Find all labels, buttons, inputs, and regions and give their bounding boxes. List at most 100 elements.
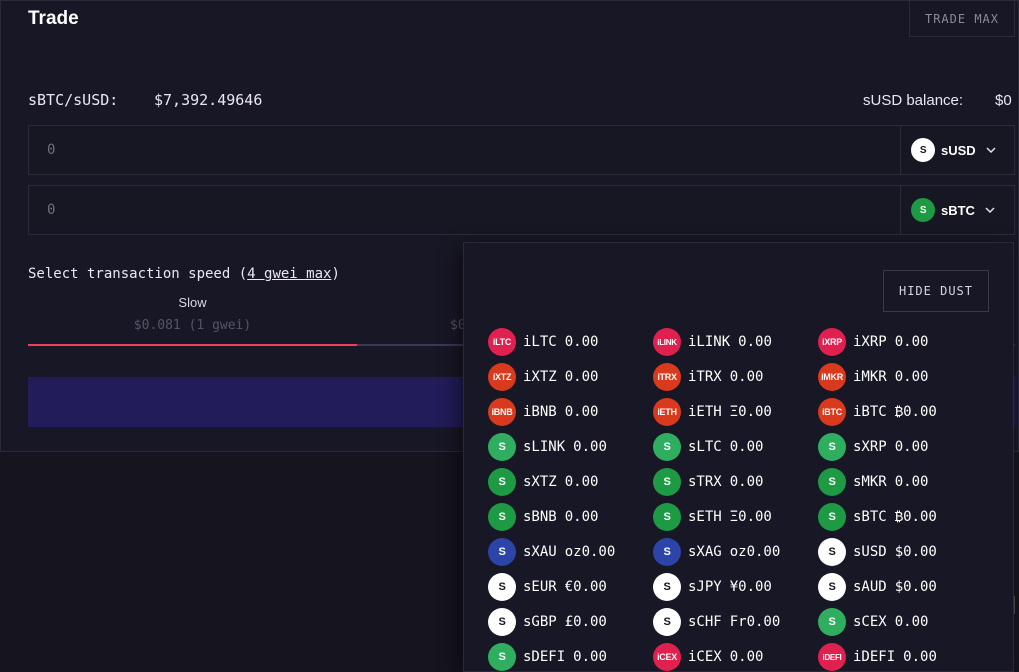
trade-max-button[interactable]: TRADE MAX	[909, 1, 1015, 37]
sjpy-icon: S	[653, 573, 681, 601]
token-item-sltc[interactable]: SsLTC 0.00	[653, 433, 813, 461]
token-item-itrx[interactable]: iTRX iTRX 0.00	[653, 363, 813, 391]
token-balance: 0.00	[564, 334, 599, 350]
token-item-schf[interactable]: SsCHF Fr0.00	[653, 608, 813, 636]
token-item-ilink[interactable]: iLINK iLINK 0.00	[653, 328, 813, 356]
token-item-iltc[interactable]: iLTC iLTC 0.00	[488, 328, 648, 356]
itrx-icon: iTRX	[653, 363, 681, 391]
token-item-sxau[interactable]: SsXAU oz0.00	[488, 538, 648, 566]
token-item-sbtc[interactable]: SsBTC ₿0.00	[818, 503, 978, 531]
token-symbol: iDEFI	[853, 649, 896, 665]
token-balance: 0.00	[729, 649, 764, 665]
token-balance: $0.00	[894, 544, 937, 560]
sell-currency-select[interactable]: S sUSD	[900, 126, 1014, 174]
token-symbol: sMKR	[853, 474, 887, 490]
token-balance: 0.00	[564, 369, 599, 385]
sbtc-icon: S	[818, 503, 846, 531]
token-balance: 0.00	[573, 649, 607, 665]
sltc-icon: S	[653, 433, 681, 461]
token-item-idefi[interactable]: iDEFI iDEFI 0.00	[818, 643, 978, 671]
token-label: sCEX 0.00	[853, 614, 928, 630]
gwei-max-link[interactable]: 4 gwei max	[247, 266, 331, 282]
token-item-scex[interactable]: SsCEX 0.00	[818, 608, 978, 636]
token-item-slink[interactable]: SsLINK 0.00	[488, 433, 648, 461]
sell-amount-input[interactable]	[29, 126, 899, 174]
token-item-strx[interactable]: SsTRX 0.00	[653, 468, 813, 496]
token-label: sLINK 0.00	[523, 439, 607, 455]
token-item-seur[interactable]: SsEUR €0.00	[488, 573, 648, 601]
token-balance: Ξ0.00	[729, 404, 772, 420]
token-balance: €0.00	[564, 579, 607, 595]
token-symbol: iETH	[688, 404, 722, 420]
token-label: iXTZ 0.00	[523, 369, 598, 385]
token-balance: 0.00	[903, 649, 937, 665]
token-label: sUSD $0.00	[853, 544, 937, 560]
token-item-susd[interactable]: SsUSD $0.00	[818, 538, 978, 566]
token-item-sxrp[interactable]: SsXRP 0.00	[818, 433, 978, 461]
token-item-ibtc[interactable]: iBTC iBTC ₿0.00	[818, 398, 978, 426]
buy-amount-input[interactable]	[29, 186, 899, 234]
strx-icon: S	[653, 468, 681, 496]
speed-option-slow[interactable]: Slow	[28, 295, 357, 310]
idefi-icon: iDEFI	[818, 643, 846, 671]
token-item-saud[interactable]: SsAUD $0.00	[818, 573, 978, 601]
token-symbol: sBTC	[853, 508, 887, 525]
token-balance: $0.00	[894, 579, 937, 595]
token-symbol: sETH	[688, 509, 722, 525]
seth-icon: S	[653, 503, 681, 531]
token-label: iBTC ₿0.00	[853, 404, 937, 421]
token-balance: oz0.00	[729, 544, 781, 560]
susd-icon: S	[911, 138, 935, 162]
token-label: iTRX 0.00	[688, 369, 763, 385]
token-symbol: sEUR	[523, 579, 557, 595]
token-balance: 0.00	[894, 614, 929, 630]
token-item-sxtz[interactable]: SsXTZ 0.00	[488, 468, 648, 496]
token-label: sCHF Fr0.00	[688, 614, 780, 630]
smkr-icon: S	[818, 468, 846, 496]
token-balance: ₿0.00	[894, 508, 937, 525]
token-item-sdefi[interactable]: SsDEFI 0.00	[488, 643, 648, 671]
token-balance: 0.00	[564, 404, 599, 420]
token-label: sBTC ₿0.00	[853, 509, 937, 526]
saud-icon: S	[818, 573, 846, 601]
hide-dust-button[interactable]: HIDE DUST	[883, 270, 989, 312]
token-label: sXRP 0.00	[853, 439, 928, 455]
buy-currency-select[interactable]: S sBTC	[900, 186, 1014, 234]
sell-amount-row: S sUSD	[28, 125, 1015, 175]
token-balance: 0.00	[729, 474, 764, 490]
token-item-ixrp[interactable]: iXRP iXRP 0.00	[818, 328, 978, 356]
ixtz-icon: iXTZ	[488, 363, 516, 391]
icex-icon: iCEX	[653, 643, 681, 671]
token-item-imkr[interactable]: iMKR iMKR 0.00	[818, 363, 978, 391]
token-label: iLTC 0.00	[523, 334, 598, 350]
token-item-sxag[interactable]: SsXAG oz0.00	[653, 538, 813, 566]
token-item-seth[interactable]: SsETH Ξ0.00	[653, 503, 813, 531]
susd-icon: S	[818, 538, 846, 566]
ieth-icon: iETH	[653, 398, 681, 426]
token-symbol: sGBP	[523, 614, 557, 630]
pair-label: sBTC/sUSD:	[28, 91, 119, 109]
token-item-ieth[interactable]: iETH iETH Ξ0.00	[653, 398, 813, 426]
token-balance: £0.00	[564, 614, 607, 630]
token-symbol: iXRP	[853, 334, 887, 350]
token-item-smkr[interactable]: SsMKR 0.00	[818, 468, 978, 496]
token-item-ibnb[interactable]: iBNB iBNB 0.00	[488, 398, 648, 426]
sxtz-icon: S	[488, 468, 516, 496]
token-item-sbnb[interactable]: SsBNB 0.00	[488, 503, 648, 531]
token-balance: ₿0.00	[894, 403, 937, 420]
token-symbol: sAUD	[853, 579, 887, 595]
token-item-icex[interactable]: iCEX iCEX 0.00	[653, 643, 813, 671]
token-symbol: sJPY	[688, 579, 722, 595]
token-symbol: sUSD	[853, 544, 887, 560]
token-item-sjpy[interactable]: SsJPY ¥0.00	[653, 573, 813, 601]
token-symbol: iLINK	[688, 334, 731, 350]
chevron-down-icon	[985, 204, 995, 216]
token-symbol: sLINK	[523, 439, 566, 455]
token-symbol: iCEX	[688, 649, 722, 665]
token-balance: ¥0.00	[729, 579, 772, 595]
token-item-sgbp[interactable]: SsGBP £0.00	[488, 608, 648, 636]
token-item-ixtz[interactable]: iXTZ iXTZ 0.00	[488, 363, 648, 391]
token-symbol: sXRP	[853, 439, 887, 455]
token-symbol: sTRX	[688, 474, 722, 490]
token-balance: 0.00	[894, 439, 929, 455]
